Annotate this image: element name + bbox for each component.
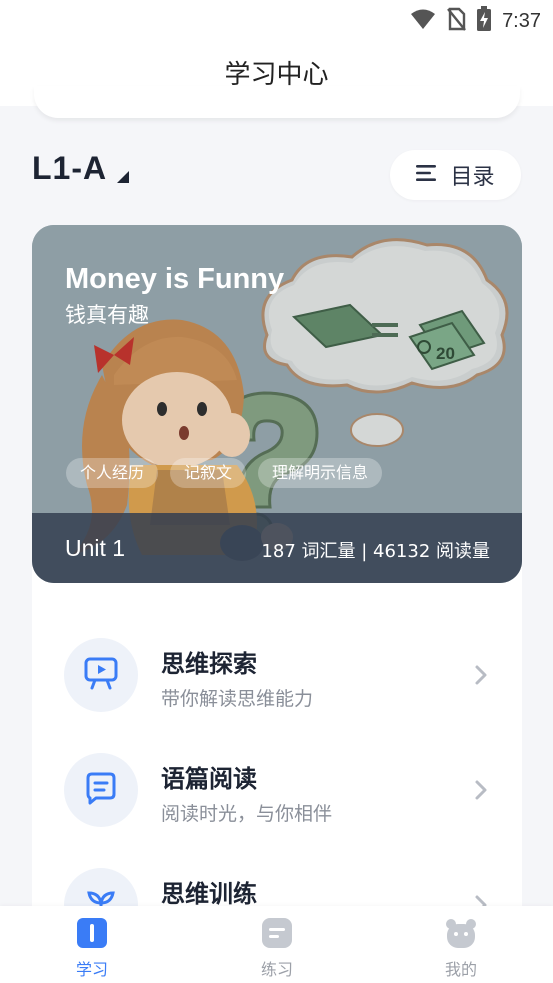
book-icon: [75, 916, 109, 950]
module-desc: 带你解读思维能力: [161, 688, 314, 710]
catalog-label: 目录: [450, 165, 495, 190]
module-icon-wrap: [64, 638, 138, 712]
tab-label: 学习: [75, 960, 108, 979]
tab-label: 我的: [444, 960, 477, 979]
bottom-tab-bar: 学习 练习 我的: [0, 906, 553, 983]
chevron-right-icon: [474, 779, 488, 805]
tab-profile[interactable]: 我的: [411, 916, 511, 980]
module-thinking-explore[interactable]: 思维探索 带你解读思维能力: [64, 638, 504, 718]
battery-charging-icon: [476, 6, 492, 36]
tab-study[interactable]: 学习: [42, 916, 142, 980]
profile-icon: [444, 916, 478, 950]
status-bar: 7:37: [0, 0, 553, 38]
presentation-play-icon: [83, 655, 119, 695]
module-desc: 阅读时光，与你相伴: [161, 803, 333, 825]
module-passage-reading[interactable]: 语篇阅读 阅读时光，与你相伴: [64, 753, 504, 833]
menu-list-icon: [416, 164, 438, 186]
catalog-button[interactable]: 目录: [390, 150, 521, 200]
top-card-edge: [34, 86, 520, 118]
wifi-icon: [410, 8, 436, 34]
tag-list: 个人经历 记叙文 理解明示信息: [66, 458, 383, 488]
unit-subtitle: 钱真有趣: [65, 303, 149, 327]
status-time: 7:37: [502, 9, 541, 32]
bill-number: 20: [436, 344, 455, 363]
module-title: 语篇阅读: [161, 765, 257, 793]
unit-card[interactable]: 20 Money is Funny 钱真有趣 个人经历 记叙文 理解明示信息 U…: [32, 225, 522, 583]
tag: 理解明示信息: [258, 458, 383, 488]
practice-icon: [260, 916, 294, 950]
tag: 记叙文: [170, 458, 247, 488]
unit-stats: 187 词汇量 | 46132 阅读量: [261, 541, 490, 562]
unit-title: Money is Funny: [65, 263, 285, 295]
unit-footer: Unit 1 187 词汇量 | 46132 阅读量: [32, 513, 522, 583]
tag: 个人经历: [66, 458, 159, 488]
chevron-right-icon: [474, 664, 488, 690]
tab-practice[interactable]: 练习: [227, 916, 327, 980]
unit-number: Unit 1: [65, 535, 126, 561]
caret-down-icon: [117, 171, 130, 183]
tab-label: 练习: [260, 960, 293, 979]
level-label: L1-A: [32, 150, 108, 186]
level-selector[interactable]: L1-A: [32, 150, 130, 187]
module-icon-wrap: [64, 753, 138, 827]
status-icons: 7:37: [410, 6, 541, 36]
module-title: 思维探索: [161, 650, 257, 678]
chat-bubble-icon: [83, 770, 119, 810]
module-title: 思维训练: [161, 880, 257, 908]
no-sim-icon: [446, 7, 466, 35]
